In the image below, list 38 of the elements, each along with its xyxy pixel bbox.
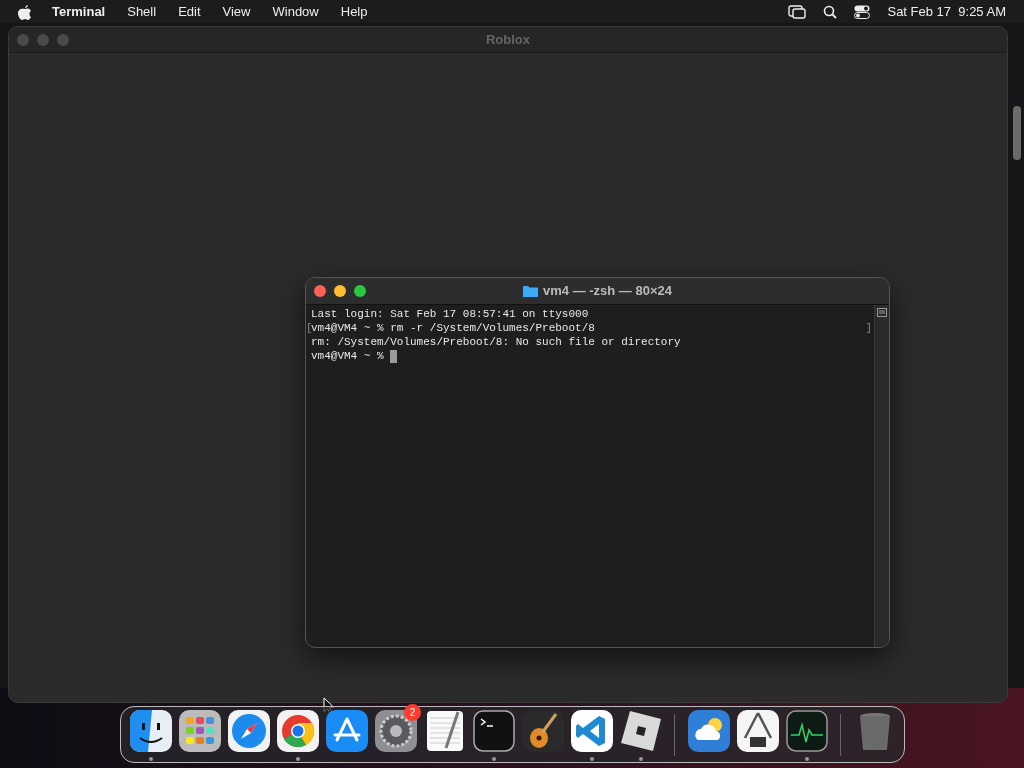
terminal-line: vm4@VM4 ~ % (311, 349, 385, 363)
folder-icon (523, 284, 538, 298)
terminal-line: Last login: Sat Feb 17 08:57:41 on ttys000 (311, 307, 589, 321)
menu-item[interactable]: View (222, 1, 251, 22)
notification-badge: 2 (404, 704, 421, 721)
split-view-icon[interactable] (877, 308, 887, 317)
screen-mirroring-icon[interactable] (788, 4, 807, 19)
search-icon[interactable] (823, 4, 838, 19)
minimize-button[interactable] (334, 285, 346, 297)
code-editor-icon[interactable] (568, 708, 615, 754)
clock[interactable]: Sat Feb 17 9:25 AM (887, 1, 1006, 22)
app-grid-icon[interactable] (176, 708, 223, 754)
mark-bracket: ] (865, 321, 872, 335)
terminal-icon[interactable] (470, 708, 517, 754)
window-title: vm4 — -zsh — 80×24 (543, 282, 672, 301)
zoom-button[interactable] (354, 285, 366, 297)
guitar-icon[interactable] (519, 708, 566, 754)
gear-icon[interactable] (372, 708, 419, 754)
apple-logo-icon[interactable] (18, 3, 32, 20)
terminal-line: vm4@VM4 ~ % rm -r /System/Volumes/Preboot/8 (311, 321, 595, 335)
control-center-icon[interactable] (854, 4, 871, 19)
compass-icon[interactable] (225, 708, 272, 754)
menu-item[interactable]: Window (272, 1, 319, 22)
cloud-sun-icon[interactable] (685, 708, 732, 754)
mark-bracket: [ (306, 321, 311, 335)
activity-graph-icon[interactable] (783, 708, 830, 754)
browser-logo-icon[interactable] (274, 708, 321, 754)
menu-item[interactable]: Shell (127, 1, 157, 22)
smiling-face-icon[interactable] (127, 708, 174, 754)
scrollbar-thumb[interactable] (1013, 106, 1021, 160)
menu-item[interactable]: Help (340, 1, 368, 22)
terminal-line: rm: /System/Volumes/Preboot/8: No such file or directory (311, 335, 681, 349)
menu-item[interactable]: Edit (178, 1, 201, 22)
app-menu[interactable]: Terminal (52, 1, 106, 22)
app-store-icon[interactable] (323, 708, 370, 754)
caliper-chip-icon[interactable] (734, 708, 781, 754)
close-button[interactable] (314, 285, 326, 297)
window-title: Roblox (484, 30, 532, 49)
